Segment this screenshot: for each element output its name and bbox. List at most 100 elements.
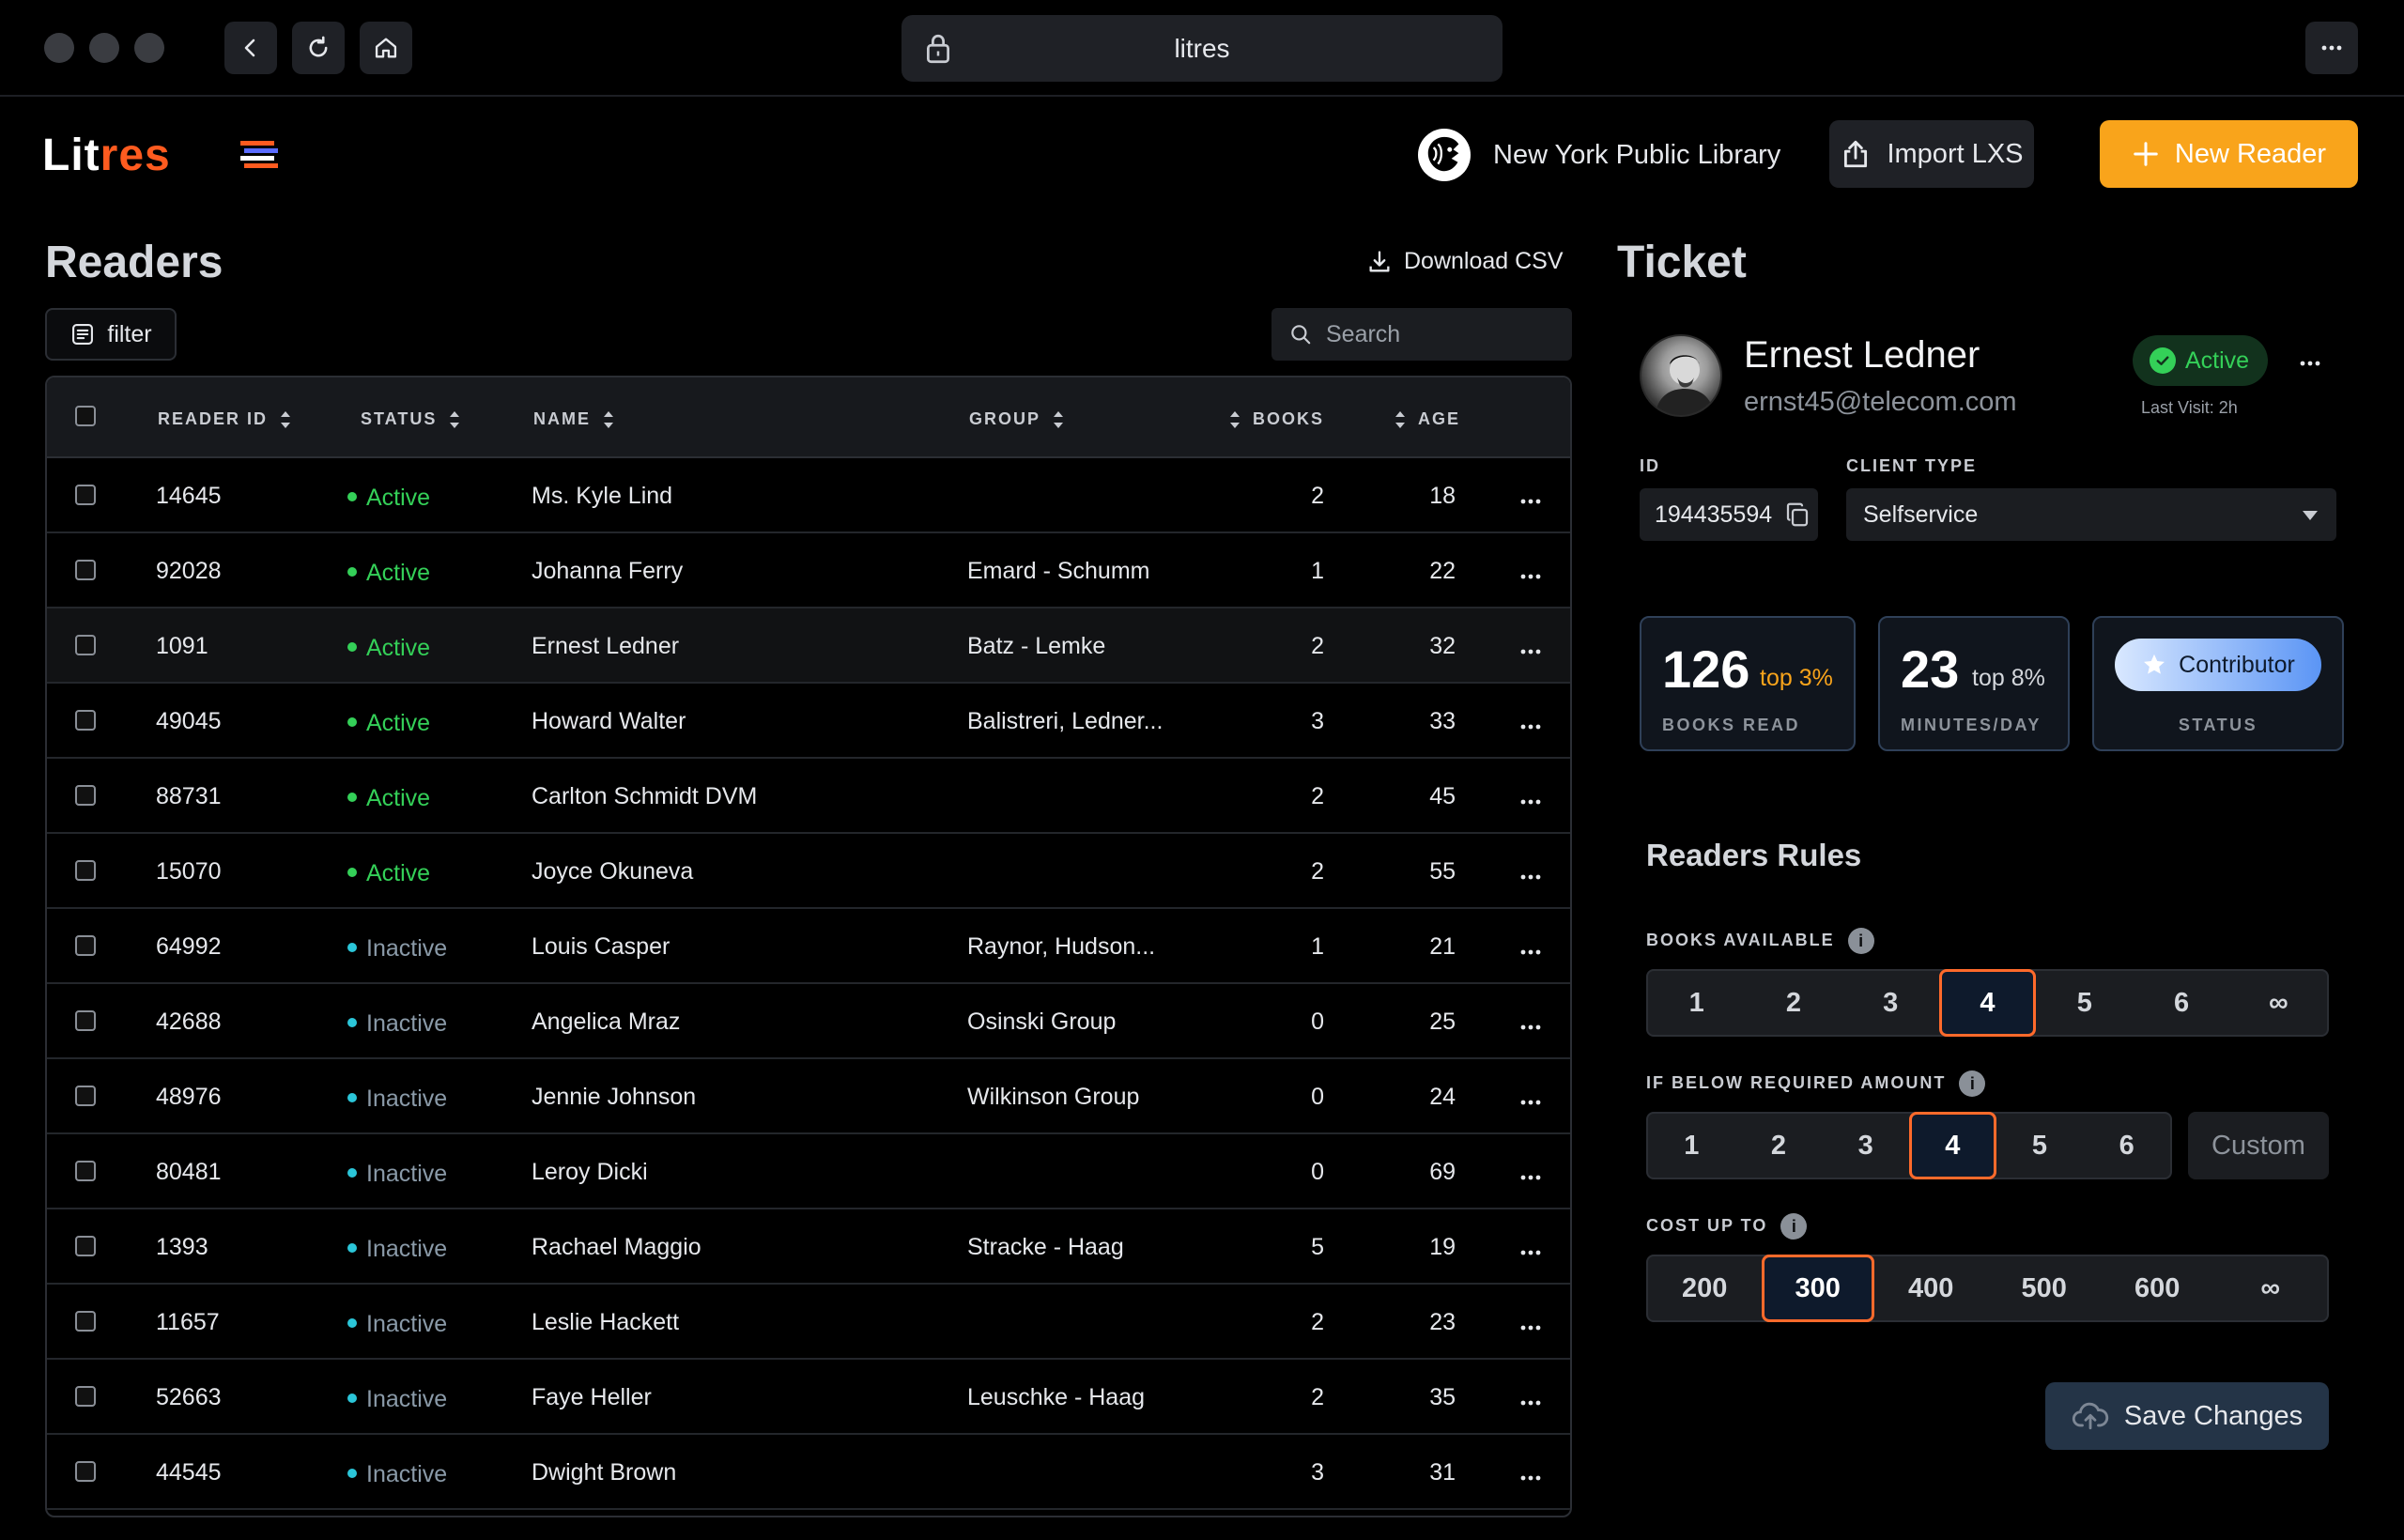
litres-logo[interactable]: Litres (42, 130, 171, 181)
option-3[interactable]: 3 (1842, 971, 1939, 1035)
option-5[interactable]: 5 (1996, 1114, 2084, 1178)
row-menu-button[interactable] (1519, 783, 1542, 812)
search-input[interactable]: Search (1271, 308, 1572, 361)
table-row[interactable]: 88731 Active Carlton Schmidt DVM 2 45 (47, 759, 1570, 834)
filter-button[interactable]: filter (45, 308, 177, 361)
column-status[interactable]: STATUS (361, 409, 460, 429)
browser-menu-button[interactable] (2305, 22, 2358, 74)
row-menu-button[interactable] (1519, 633, 1542, 662)
option-1[interactable]: 1 (1648, 1114, 1735, 1178)
info-icon[interactable]: i (1959, 1070, 1986, 1097)
table-row[interactable]: 1393 Inactive Rachael Maggio Stracke - Haag… (47, 1209, 1570, 1285)
row-checkbox[interactable] (75, 1010, 96, 1031)
table-row[interactable]: 49045 Active Howard Walter Balistreri, Ledn… (47, 684, 1570, 759)
table-row[interactable]: 11657 Inactive Leslie Hackett 2 23 (47, 1285, 1570, 1360)
column-group[interactable]: GROUP (969, 409, 1064, 429)
info-icon[interactable]: i (1847, 928, 1874, 954)
row-checkbox[interactable] (75, 1161, 96, 1181)
row-checkbox[interactable] (75, 1461, 96, 1482)
new-reader-button[interactable]: New Reader (2100, 120, 2358, 188)
table-row[interactable]: 42688 Inactive Angelica Mraz Osinski Group 0… (47, 984, 1570, 1059)
client-type-select[interactable]: Selfservice (1846, 488, 2336, 541)
status-dot-icon (347, 943, 357, 953)
address-bar[interactable]: litres (902, 15, 1502, 82)
row-checkbox[interactable] (75, 485, 96, 505)
row-menu-button[interactable] (1519, 1234, 1542, 1263)
table-row[interactable]: 1091 Active Ernest Ledner Batz - Lemke 2 32 (47, 608, 1570, 684)
row-menu-button[interactable] (1519, 708, 1542, 737)
option-500[interactable]: 500 (1988, 1256, 2102, 1320)
option-300[interactable]: 300 (1761, 1255, 1874, 1322)
row-menu-button[interactable] (1519, 1384, 1542, 1413)
status-cell: Inactive (347, 1386, 447, 1413)
row-menu-button[interactable] (1519, 1159, 1542, 1188)
row-menu-button[interactable] (1519, 858, 1542, 887)
table-row[interactable]: 80481 Inactive Leroy Dicki 0 69 (47, 1134, 1570, 1209)
row-menu-button[interactable] (1519, 483, 1542, 512)
row-checkbox[interactable] (75, 1086, 96, 1106)
table-row[interactable]: 48976 Inactive Jennie Johnson Wilkinson Gro… (47, 1059, 1570, 1134)
option-infinity[interactable]: ∞ (2230, 971, 2327, 1035)
table-row[interactable]: 92028 Active Johanna Ferry Emard - Schumm 1 2… (47, 533, 1570, 608)
check-circle-icon (2150, 347, 2176, 374)
option-600[interactable]: 600 (2101, 1256, 2214, 1320)
row-menu-button[interactable] (1519, 1459, 1542, 1488)
option-2[interactable]: 2 (1745, 971, 1842, 1035)
import-lxs-button[interactable]: Import LXS (1829, 120, 2034, 188)
download-csv-button[interactable]: Download CSV (1366, 248, 1564, 275)
home-button[interactable] (360, 22, 412, 74)
client-type-value: Selfservice (1863, 500, 1979, 528)
window-maximize-button[interactable] (134, 33, 164, 63)
row-checkbox[interactable] (75, 1386, 96, 1407)
option-6[interactable]: 6 (2083, 1114, 2170, 1178)
column-age[interactable]: AGE (1395, 409, 1460, 429)
table-row[interactable]: 15070 Active Joyce Okuneva 2 55 (47, 834, 1570, 909)
row-checkbox[interactable] (75, 935, 96, 956)
select-all-checkbox[interactable] (75, 406, 96, 426)
column-name[interactable]: NAME (533, 409, 613, 429)
option-5[interactable]: 5 (2036, 971, 2133, 1035)
window-minimize-button[interactable] (89, 33, 119, 63)
window-close-button[interactable] (44, 33, 74, 63)
option-3[interactable]: 3 (1822, 1114, 1909, 1178)
table-row[interactable]: 14645 Active Ms. Kyle Lind 2 18 (47, 458, 1570, 533)
row-checkbox[interactable] (75, 1236, 96, 1256)
row-checkbox[interactable] (75, 860, 96, 881)
reload-button[interactable] (292, 22, 345, 74)
copy-icon[interactable] (1783, 500, 1811, 529)
age-cell: 19 (1429, 1234, 1456, 1260)
column-books[interactable]: BOOKS (1230, 409, 1324, 429)
row-menu-button[interactable] (1519, 1309, 1542, 1338)
table-row[interactable]: 52663 Inactive Faye Heller Leuschke - Haag 2… (47, 1360, 1570, 1435)
ticket-title: Ticket (1617, 238, 1747, 287)
organization-switcher[interactable]: New York Public Library (1418, 125, 1780, 185)
browser-chrome: litres (0, 0, 2404, 97)
option-infinity[interactable]: ∞ (2214, 1256, 2328, 1320)
ticket-menu-button[interactable] (2299, 344, 2321, 374)
row-checkbox[interactable] (75, 635, 96, 655)
row-menu-button[interactable] (1519, 558, 1542, 587)
option-2[interactable]: 2 (1735, 1114, 1823, 1178)
row-checkbox[interactable] (75, 1311, 96, 1332)
contributor-label: Contributor (2179, 651, 2295, 678)
option-1[interactable]: 1 (1648, 971, 1745, 1035)
option-400[interactable]: 400 (1874, 1256, 1988, 1320)
option-4[interactable]: 4 (1909, 1112, 1996, 1179)
back-button[interactable] (224, 22, 277, 74)
table-row[interactable]: 64992 Inactive Louis Casper Raynor, Hudson.… (47, 909, 1570, 984)
table-row[interactable]: 44545 Inactive Dwight Brown 3 31 (47, 1435, 1570, 1510)
info-icon[interactable]: i (1780, 1213, 1808, 1240)
row-menu-button[interactable] (1519, 1084, 1542, 1113)
row-menu-button[interactable] (1519, 933, 1542, 962)
option-200[interactable]: 200 (1648, 1256, 1762, 1320)
custom-amount-button[interactable]: Custom (2188, 1112, 2329, 1179)
row-checkbox[interactable] (75, 785, 96, 806)
row-checkbox[interactable] (75, 710, 96, 731)
save-changes-button[interactable]: Save Changes (2045, 1382, 2329, 1450)
row-checkbox[interactable] (75, 560, 96, 580)
group-cell: Raynor, Hudson... (967, 933, 1156, 960)
column-reader-id[interactable]: READER ID (158, 409, 291, 429)
row-menu-button[interactable] (1519, 1009, 1542, 1038)
option-6[interactable]: 6 (2133, 971, 2229, 1035)
option-4[interactable]: 4 (1938, 969, 2037, 1037)
